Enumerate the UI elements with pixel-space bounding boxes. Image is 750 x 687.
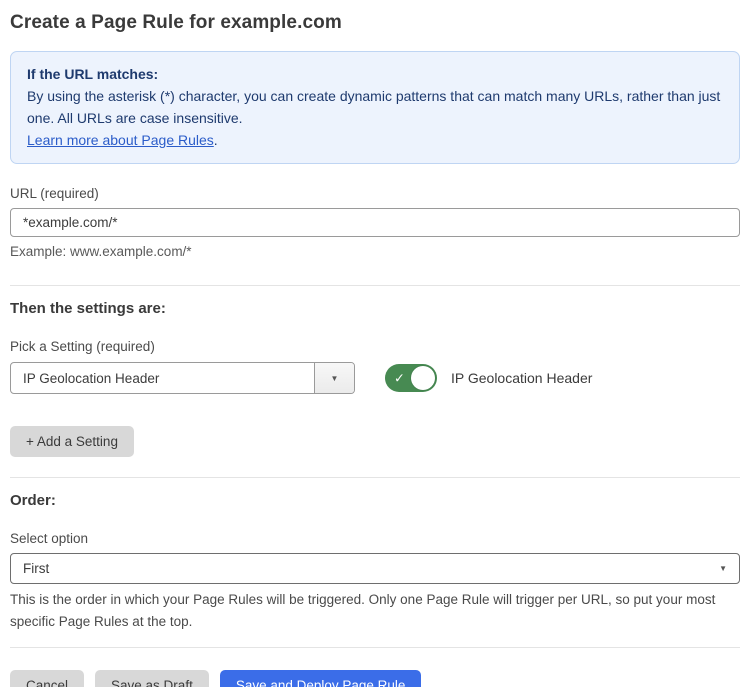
section-divider xyxy=(10,477,740,478)
order-select-value: First xyxy=(23,561,49,576)
order-select[interactable]: First ▼ xyxy=(10,553,740,584)
order-section-heading: Order: xyxy=(10,492,740,509)
setting-select-arrow-button[interactable]: ▼ xyxy=(314,363,354,393)
add-setting-button[interactable]: + Add a Setting xyxy=(10,426,134,457)
section-divider xyxy=(10,647,740,648)
footer-actions: Cancel Save as Draft Save and Deploy Pag… xyxy=(10,670,740,687)
chevron-down-icon: ▼ xyxy=(331,374,339,383)
setting-select[interactable]: IP Geolocation Header ▼ xyxy=(10,362,355,394)
settings-section-heading: Then the settings are: xyxy=(10,300,740,317)
create-page-rule-form: Create a Page Rule for example.com If th… xyxy=(0,0,750,687)
pick-setting-label: Pick a Setting (required) xyxy=(10,339,740,354)
setting-row: IP Geolocation Header ▼ ✓ IP Geolocation… xyxy=(10,362,740,394)
toggle-label: IP Geolocation Header xyxy=(451,370,592,386)
cancel-button[interactable]: Cancel xyxy=(10,670,84,687)
check-icon: ✓ xyxy=(394,372,405,385)
link-suffix: . xyxy=(214,132,218,148)
url-input[interactable] xyxy=(10,208,740,237)
url-example-helper: Example: www.example.com/* xyxy=(10,244,740,259)
chevron-down-icon: ▼ xyxy=(719,564,727,573)
info-link-line: Learn more about Page Rules. xyxy=(27,129,723,151)
order-select-label: Select option xyxy=(10,531,740,546)
url-match-info-callout: If the URL matches: By using the asteris… xyxy=(10,51,740,164)
order-helper-text: This is the order in which your Page Rul… xyxy=(10,589,740,633)
url-field-label: URL (required) xyxy=(10,186,740,201)
section-divider xyxy=(10,285,740,286)
info-heading: If the URL matches: xyxy=(27,63,723,85)
page-title: Create a Page Rule for example.com xyxy=(10,12,740,34)
toggle-knob xyxy=(411,366,435,390)
save-draft-button[interactable]: Save as Draft xyxy=(95,670,209,687)
ip-geolocation-toggle[interactable]: ✓ xyxy=(385,364,437,392)
learn-more-link[interactable]: Learn more about Page Rules xyxy=(27,132,214,148)
setting-select-value: IP Geolocation Header xyxy=(11,363,314,393)
save-deploy-button[interactable]: Save and Deploy Page Rule xyxy=(220,670,422,687)
info-body-text: By using the asterisk (*) character, you… xyxy=(27,85,723,129)
